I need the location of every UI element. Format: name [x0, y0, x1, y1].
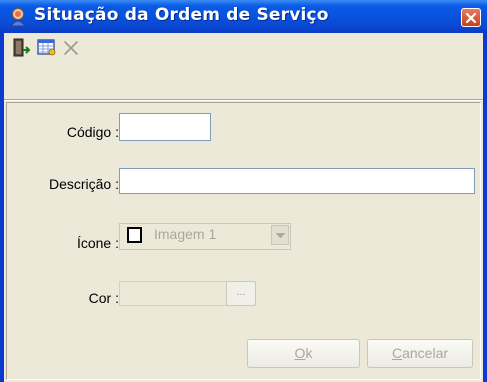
- app-icon: [10, 8, 26, 27]
- toolbar-separator: [4, 99, 483, 101]
- codigo-field[interactable]: [119, 113, 211, 141]
- codigo-input[interactable]: [120, 114, 210, 140]
- ok-label: k: [305, 345, 313, 361]
- cancel-mnemonic: C: [391, 345, 403, 361]
- form-panel: Código : Descrição : Ícone : Imagem 1 Co…: [6, 102, 481, 380]
- delete-x-icon: [64, 41, 78, 55]
- client-area: Código : Descrição : Ícone : Imagem 1 Co…: [4, 33, 483, 382]
- ok-mnemonic: O: [294, 345, 306, 361]
- icone-label: Ícone :: [76, 235, 119, 251]
- codigo-label: Código :: [66, 124, 119, 140]
- cancel-label: ancelar: [402, 345, 449, 361]
- window-title: Situação da Ordem de Serviço: [34, 5, 329, 25]
- view-grid-button[interactable]: [36, 37, 58, 59]
- descricao-label: Descrição :: [48, 176, 119, 192]
- toolbar: [4, 33, 483, 63]
- ok-button[interactable]: Ok: [247, 339, 360, 368]
- descricao-input[interactable]: [120, 169, 474, 193]
- close-icon: [465, 12, 477, 24]
- cancel-button[interactable]: Cancelar: [367, 339, 473, 368]
- title-bar[interactable]: Situação da Ordem de Serviço: [0, 0, 487, 33]
- icone-select[interactable]: Imagem 1: [119, 223, 291, 250]
- view-grid-icon: [37, 39, 56, 56]
- icone-select-value: Imagem 1: [154, 226, 217, 242]
- cor-color-swatch: [119, 281, 227, 306]
- image-file-icon: [127, 227, 142, 243]
- exit-door-icon: [13, 38, 31, 57]
- exit-door-button[interactable]: [10, 37, 32, 59]
- chevron-down-icon: [276, 233, 285, 238]
- close-button[interactable]: [461, 8, 481, 27]
- delete-button[interactable]: [60, 37, 82, 59]
- dialog-window: Situação da Ordem de Serviço Código: De…: [0, 0, 487, 382]
- cor-picker-button[interactable]: ...: [226, 281, 256, 306]
- cor-label: Cor :: [88, 290, 119, 306]
- descricao-field[interactable]: [119, 168, 475, 194]
- icone-dropdown-button[interactable]: [271, 225, 289, 245]
